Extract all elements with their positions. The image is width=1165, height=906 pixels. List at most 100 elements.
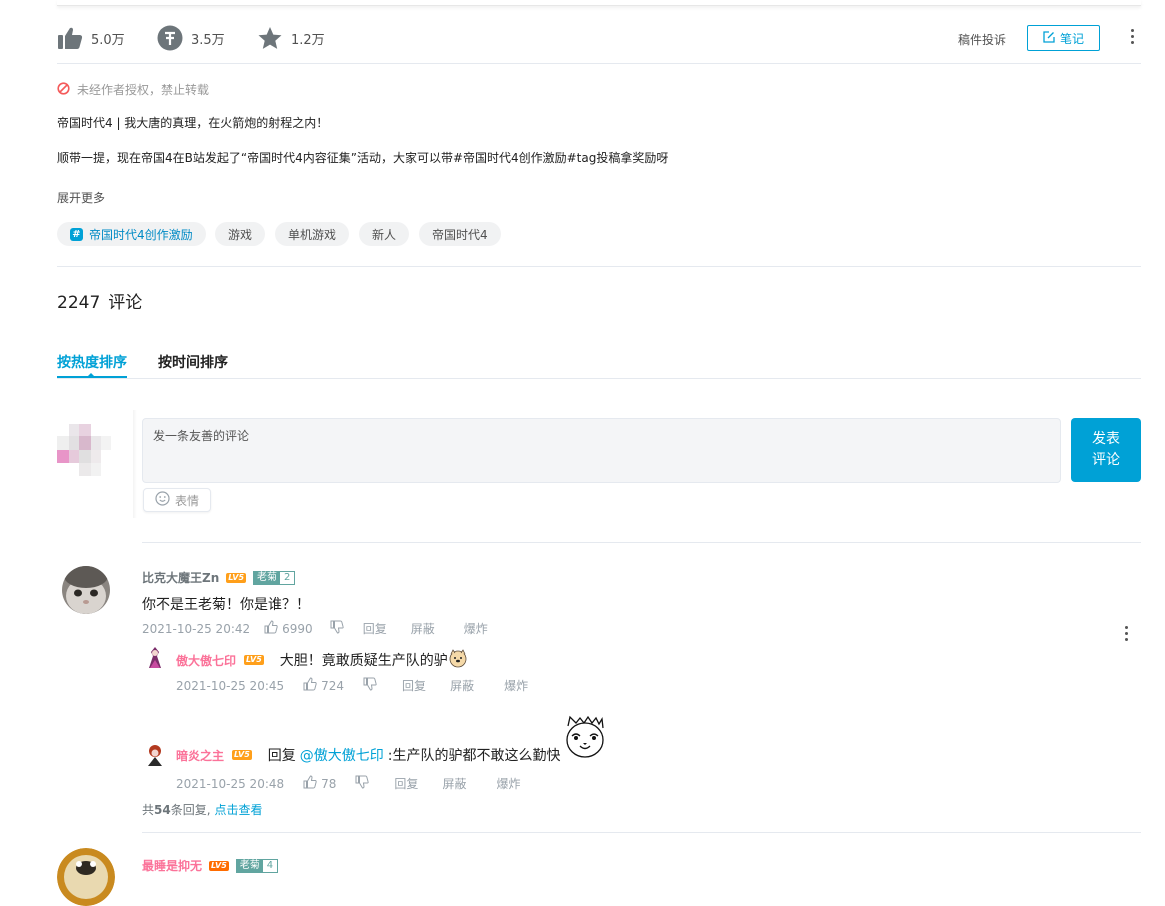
- comment-like-button[interactable]: 724: [303, 677, 344, 694]
- username[interactable]: 傲大傲七印: [176, 652, 236, 669]
- thumbs-down-outline-icon[interactable]: [355, 775, 370, 792]
- composer-shadow: [133, 410, 137, 518]
- coin-icon: [157, 25, 183, 51]
- comment-like-button[interactable]: 78: [303, 775, 336, 792]
- submit-label-line2: 评论: [1092, 452, 1120, 468]
- reply-text: 大胆！竟敢质疑生产队的驴: [279, 653, 448, 669]
- tag[interactable]: 新人: [359, 222, 410, 246]
- like-count: 5.0万: [91, 32, 125, 48]
- thumbs-up-icon: [57, 26, 83, 50]
- emoji-button[interactable]: 表情: [143, 488, 211, 512]
- avatar[interactable]: [57, 848, 115, 906]
- comment-like-button[interactable]: 6990: [264, 620, 313, 637]
- tag-topic[interactable]: # 帝国时代4创作激励: [57, 222, 206, 246]
- divider: [57, 63, 1141, 64]
- favorite-button[interactable]: 1.2万: [257, 24, 325, 52]
- medal-level: 4: [266, 859, 274, 871]
- avatar[interactable]: [145, 743, 165, 767]
- more-options-icon[interactable]: [1125, 626, 1128, 641]
- block-button[interactable]: 屏蔽: [411, 620, 435, 637]
- username[interactable]: 最睡是抑无: [142, 857, 202, 874]
- favorite-count: 1.2万: [291, 32, 325, 48]
- level-badge: LV5: [209, 860, 229, 871]
- more-replies: 共 54 条回复, 点击查看: [142, 801, 263, 818]
- more-replies-suffix: 条回复,: [170, 803, 211, 817]
- comment-input[interactable]: 发一条友善的评论: [142, 418, 1061, 483]
- notes-label: 笔记: [1059, 31, 1084, 46]
- coin-button[interactable]: 3.5万: [157, 24, 225, 52]
- prohibited-icon: [57, 81, 70, 98]
- divider: [142, 832, 1141, 833]
- coin-count: 3.5万: [191, 32, 225, 48]
- level-badge: LV5: [232, 750, 252, 760]
- comment-header: 最睡是抑无 LV5 老菊 4: [142, 857, 279, 874]
- tag[interactable]: 游戏: [215, 222, 266, 246]
- like-count: 724: [321, 678, 345, 693]
- edit-note-icon: [1043, 30, 1055, 46]
- reply-button[interactable]: 回复: [402, 677, 426, 694]
- thumbs-down-outline-icon[interactable]: [330, 620, 344, 637]
- tag[interactable]: 帝国时代4: [419, 222, 501, 246]
- comment-meta: 2021-10-25 20:42 6990 回复 屏蔽 爆炸: [142, 620, 488, 637]
- expand-more-link[interactable]: 展开更多: [57, 189, 105, 206]
- thumbs-down-outline-icon[interactable]: [363, 677, 377, 694]
- notes-button[interactable]: 笔记: [1027, 25, 1100, 51]
- reply-button[interactable]: 回复: [363, 620, 387, 637]
- smiley-icon: [155, 491, 170, 509]
- tab-sort-time[interactable]: 按时间排序: [158, 352, 228, 372]
- fan-medal: 老菊 4: [235, 858, 279, 873]
- report-link[interactable]: 稿件投诉: [958, 31, 1006, 48]
- divider: [142, 542, 1141, 543]
- block-button[interactable]: 屏蔽: [442, 775, 466, 792]
- view-replies-link[interactable]: 点击查看: [215, 801, 263, 818]
- emoji-label: 表情: [174, 493, 199, 508]
- reply-meta: 2021-10-25 20:45 724 回复 屏蔽 爆炸: [176, 677, 528, 694]
- avatar[interactable]: [62, 566, 110, 614]
- level-badge: LV5: [244, 655, 264, 665]
- reply-text: :生产队的驴都不敢这么勤快: [387, 748, 561, 764]
- reply-header: 暗炎之主 LV5 回复 @傲大傲七印 :生产队的驴都不敢这么勤快: [176, 745, 561, 765]
- report-button[interactable]: 爆炸: [464, 620, 488, 637]
- fan-medal: 老菊 2: [253, 570, 296, 585]
- divider: [57, 378, 1141, 379]
- submit-label-line1: 发表: [1092, 431, 1120, 447]
- reply-button[interactable]: 回复: [394, 775, 418, 792]
- tag[interactable]: 单机游戏: [275, 222, 350, 246]
- report-button[interactable]: 爆炸: [496, 775, 520, 792]
- avatar[interactable]: [145, 646, 165, 670]
- more-replies-prefix: 共: [142, 803, 155, 817]
- star-icon: [257, 26, 283, 51]
- thumbs-up-outline-icon: [264, 620, 278, 637]
- comment-time: 2021-10-25 20:48: [176, 776, 285, 791]
- active-tab-caret: [87, 373, 95, 377]
- comment-time: 2021-10-25 20:45: [176, 678, 285, 693]
- comment-time: 2021-10-25 20:42: [142, 621, 251, 636]
- avatar[interactable]: [57, 424, 119, 476]
- more-options-icon[interactable]: [1125, 29, 1139, 47]
- divider: [57, 266, 1141, 267]
- report-button[interactable]: 爆炸: [504, 677, 528, 694]
- mention-link[interactable]: @傲大傲七印: [300, 745, 384, 765]
- tag-label: 帝国时代4创作激励: [89, 227, 193, 242]
- medal-name: 老菊: [254, 571, 281, 584]
- doge-emoji-icon: [448, 648, 468, 672]
- description-title: 帝国时代4 | 我大唐的真理，在火箭炮的射程之内！: [57, 116, 329, 130]
- hash-icon: #: [70, 227, 83, 241]
- reply-meta: 2021-10-25 20:48 78 回复 屏蔽 爆炸: [176, 775, 520, 792]
- thumbs-up-outline-icon: [303, 677, 317, 694]
- comment-count-heading: 2247 评论: [57, 288, 142, 313]
- medal-level: 2: [284, 571, 291, 583]
- medal-name: 老菊: [236, 859, 263, 872]
- comment-count: 2247: [57, 293, 101, 313]
- tab-sort-hot[interactable]: 按热度排序: [57, 352, 127, 372]
- username[interactable]: 比克大魔王Zn: [142, 569, 219, 586]
- comment-label: 评论: [108, 293, 143, 313]
- username[interactable]: 暗炎之主: [176, 747, 224, 764]
- submit-comment-button[interactable]: 发表 评论: [1071, 418, 1141, 482]
- like-count: 78: [321, 776, 337, 791]
- like-count: 6990: [282, 621, 313, 636]
- thumbs-up-outline-icon: [303, 775, 317, 792]
- block-button[interactable]: 屏蔽: [450, 677, 474, 694]
- reply-prefix: 回复: [267, 748, 296, 764]
- like-button[interactable]: 5.0万: [57, 24, 125, 52]
